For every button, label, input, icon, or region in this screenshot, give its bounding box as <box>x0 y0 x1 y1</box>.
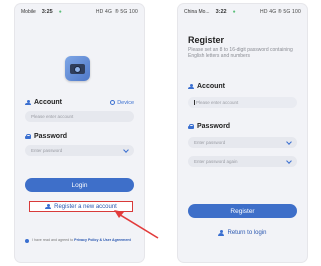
status-dot-icon: ● <box>58 9 62 15</box>
lock-icon <box>188 123 194 130</box>
status-indicators: HD 4G ® 5G 100 <box>94 9 138 15</box>
device-icon <box>110 100 116 105</box>
privacy-policy-link[interactable]: Privacy Policy & User Agreement <box>74 238 131 242</box>
register-new-account-button[interactable]: Register a new account <box>29 201 133 212</box>
page-title: Register <box>188 35 225 45</box>
password-label: Password <box>25 133 67 140</box>
chevron-down-icon[interactable] <box>123 147 129 153</box>
account-label: Account <box>188 83 225 90</box>
password-label-row: Password <box>25 133 134 140</box>
password-rule-description: Please set an 8 to 16-digit password con… <box>188 47 293 59</box>
register-button[interactable]: Register <box>188 204 297 218</box>
agreement-row: I have read and agreed to Privacy Policy… <box>25 238 136 243</box>
carrier-label: Mobile <box>21 9 36 15</box>
agreement-radio[interactable] <box>25 239 29 243</box>
login-screen: Mobile 3:25 ● HD 4G ® 5G 100 Account Dev… <box>15 4 144 262</box>
status-time: 3:22 <box>215 9 227 15</box>
account-input[interactable]: Please enter account <box>25 111 134 122</box>
carrier-label: China Mo... <box>184 9 210 15</box>
password-again-input[interactable]: Enter password again <box>188 156 297 167</box>
user-icon <box>25 99 31 106</box>
status-indicators: HD 4G ® 5G 100 <box>260 9 301 15</box>
account-label-row: Account Device <box>25 99 134 106</box>
login-button[interactable]: Login <box>25 178 134 192</box>
status-bar: China Mo... 3:22 ● HD 4G ® 5G 100 <box>184 8 301 16</box>
password-label: Password <box>188 123 230 130</box>
register-screen: China Mo... 3:22 ● HD 4G ® 5G 100 Regist… <box>178 4 307 262</box>
lock-icon <box>25 133 31 140</box>
chevron-down-icon[interactable] <box>286 158 292 164</box>
password-label-row: Password <box>188 123 297 130</box>
app-logo-camera-icon <box>65 56 90 81</box>
chevron-down-icon[interactable] <box>286 139 292 145</box>
device-login-link[interactable]: Device <box>110 100 134 106</box>
account-label: Account <box>25 99 62 106</box>
password-input[interactable]: Enter password <box>188 137 297 148</box>
user-icon <box>188 83 194 90</box>
status-bar: Mobile 3:25 ● HD 4G ® 5G 100 <box>21 8 138 16</box>
return-to-login-link[interactable]: Return to login <box>188 230 297 236</box>
account-input[interactable]: Please enter account <box>188 97 297 108</box>
status-dot-icon: ● <box>232 9 236 15</box>
agreement-text: I have read and agreed to <box>32 238 74 242</box>
status-time: 3:25 <box>41 9 53 15</box>
password-input[interactable]: Enter password <box>25 145 134 156</box>
user-icon <box>218 230 225 236</box>
user-icon <box>45 203 52 210</box>
account-label-row: Account <box>188 83 297 90</box>
